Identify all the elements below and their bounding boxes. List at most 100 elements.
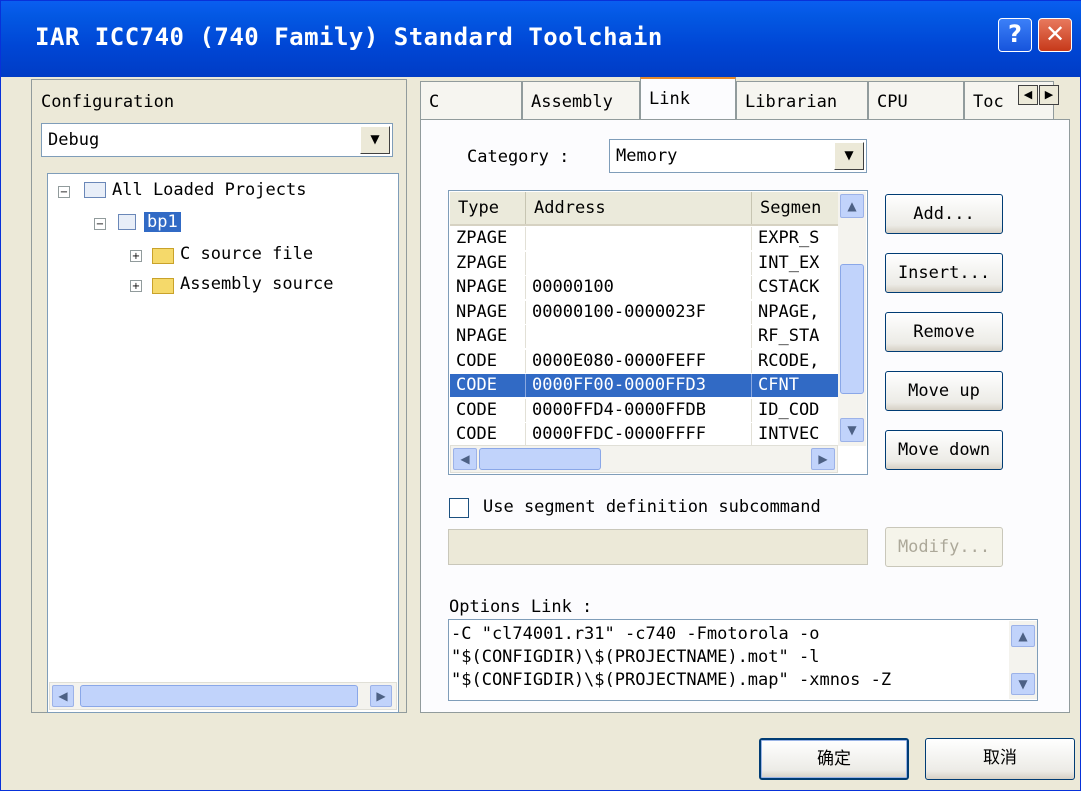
tab-cpu[interactable]: CPU [868, 81, 964, 119]
collapse-icon[interactable]: − [94, 218, 106, 230]
table-cell: INT_EX [758, 252, 820, 273]
cancel-button-label: 取消 [983, 748, 1017, 768]
modify-button[interactable]: Modify... [885, 527, 1003, 567]
chevron-down-icon[interactable]: ▼ [834, 142, 864, 170]
scroll-down-icon[interactable]: ▼ [840, 418, 864, 442]
ok-button[interactable]: 确定 [759, 738, 909, 780]
table-cell: CODE [450, 398, 526, 422]
tree-item-assembly-source[interactable]: Assembly source [180, 274, 334, 294]
tab-scroll-right-icon[interactable]: ▶ [1039, 85, 1059, 105]
insert-button-label: Insert... [897, 263, 991, 283]
dialog-window: IAR ICC740 (740 Family) Standard Toolcha… [0, 0, 1081, 791]
tab-strip: C Assembly Link Librarian CPU Toc ◀ ▶ [420, 77, 1070, 121]
table-row[interactable]: CODE 0000FF00-0000FFD3 CFNT [450, 374, 838, 397]
table-cell: CODE [450, 374, 526, 397]
options-link-textarea[interactable]: -C "cl74001.r31" -c740 -Fmotorola -o "$(… [448, 619, 1038, 701]
move-up-button[interactable]: Move up [885, 371, 1003, 411]
scroll-right-icon[interactable]: ▶ [811, 448, 835, 470]
chevron-down-icon[interactable]: ▼ [360, 126, 390, 154]
window-title: IAR ICC740 (740 Family) Standard Toolcha… [35, 23, 663, 51]
options-line-1: -C "cl74001.r31" -c740 -Fmotorola -o [451, 624, 820, 644]
scrollbar-thumb[interactable] [479, 448, 601, 470]
add-button[interactable]: Add... [885, 194, 1003, 234]
table-cell: NPAGE [450, 325, 526, 348]
title-bar[interactable]: IAR ICC740 (740 Family) Standard Toolcha… [1, 1, 1081, 77]
tree-horizontal-scrollbar[interactable]: ◀ ▶ [49, 682, 397, 710]
project-tree[interactable]: − All Loaded Projects − bp1 + C source f… [47, 173, 399, 713]
table-cell: 00000100-0000023F [526, 300, 752, 324]
column-type[interactable]: Type [450, 192, 526, 224]
list-vertical-scrollbar[interactable]: ▲ ▼ [838, 192, 866, 446]
scroll-up-icon[interactable]: ▲ [1011, 625, 1035, 647]
scrollbar-thumb[interactable] [840, 264, 864, 394]
project-icon [118, 214, 136, 230]
tab-librarian[interactable]: Librarian [736, 81, 868, 119]
scrollbar-thumb[interactable] [80, 685, 358, 707]
scroll-up-icon[interactable]: ▲ [840, 194, 864, 218]
table-cell: ZPAGE [450, 251, 526, 275]
column-segment[interactable]: Segmen [752, 192, 842, 224]
options-vertical-scrollbar[interactable]: ▲ ▼ [1009, 621, 1037, 699]
configuration-select[interactable]: Debug ▼ [41, 123, 393, 157]
cancel-button[interactable]: 取消 [925, 738, 1075, 780]
table-row[interactable]: CODE 0000FFDC-0000FFFF INTVEC [450, 423, 838, 446]
expand-icon[interactable]: + [130, 250, 142, 262]
table-cell: ZPAGE [450, 227, 526, 250]
segment-definition-field[interactable] [448, 529, 868, 565]
category-select[interactable]: Memory ▼ [609, 139, 867, 173]
close-button[interactable]: ✕ [1038, 18, 1072, 52]
scroll-left-icon[interactable]: ◀ [453, 448, 477, 470]
table-cell: 0000FFD4-0000FFDB [526, 398, 752, 422]
workspace-icon [84, 182, 106, 198]
column-address[interactable]: Address [526, 192, 752, 224]
modify-button-label: Modify... [897, 537, 991, 557]
table-cell [526, 251, 752, 275]
table-cell: CFNT [758, 375, 799, 395]
segment-list[interactable]: Type Address Segmen ZPAGE EXPR_S ZPAGE INT_… [448, 190, 868, 475]
table-row[interactable]: CODE 0000FFD4-0000FFDB ID_COD [450, 398, 838, 422]
table-row[interactable]: NPAGE 00000100-0000023F NPAGE, [450, 300, 838, 324]
tab-link[interactable]: Link [640, 77, 736, 119]
use-segment-label[interactable]: Use segment definition subcommand [483, 497, 821, 517]
table-cell: CSTACK [758, 277, 820, 297]
list-header: Type Address Segmen [450, 192, 842, 226]
table-row[interactable]: ZPAGE EXPR_S [450, 227, 838, 250]
table-cell: RCODE, [758, 350, 820, 371]
table-row[interactable]: NPAGE 00000100 CSTACK [450, 276, 838, 299]
insert-button[interactable]: Insert... [885, 253, 1003, 293]
ok-button-label: 确定 [817, 749, 851, 769]
use-segment-checkbox[interactable] [449, 498, 469, 518]
scroll-right-icon[interactable]: ▶ [370, 685, 392, 707]
move-up-button-label: Move up [908, 381, 980, 401]
table-row[interactable]: NPAGE RF_STA [450, 325, 838, 348]
table-cell: EXPR_S [758, 228, 820, 248]
collapse-icon[interactable]: − [58, 186, 70, 198]
table-cell: NPAGE [450, 276, 526, 299]
scroll-left-icon[interactable]: ◀ [52, 685, 74, 707]
table-cell: ID_COD [758, 399, 820, 420]
table-row[interactable]: CODE 0000E080-0000FEFF RCODE, [450, 349, 838, 373]
expand-icon[interactable]: + [130, 280, 142, 292]
tree-item-c-source[interactable]: C source file [180, 244, 313, 264]
move-down-button[interactable]: Move down [885, 430, 1003, 470]
scroll-down-icon[interactable]: ▼ [1011, 673, 1035, 695]
table-row[interactable]: ZPAGE INT_EX [450, 251, 838, 275]
table-cell [526, 325, 752, 348]
tree-project-label[interactable]: bp1 [144, 212, 181, 232]
tree-root-label[interactable]: All Loaded Projects [112, 180, 306, 200]
table-cell: 0000FF00-0000FFD3 [526, 374, 752, 397]
table-cell: 0000E080-0000FEFF [526, 349, 752, 373]
table-cell: 00000100 [526, 276, 752, 299]
configuration-value: Debug [48, 130, 100, 150]
table-cell: CODE [450, 423, 526, 446]
tab-scroll-left-icon[interactable]: ◀ [1018, 85, 1038, 105]
table-cell: INTVEC [758, 424, 820, 444]
tab-c[interactable]: C [420, 81, 522, 119]
tab-assembly[interactable]: Assembly [522, 81, 640, 119]
remove-button[interactable]: Remove [885, 312, 1003, 352]
table-cell [526, 227, 752, 250]
folder-icon [152, 278, 174, 294]
category-label: Category : [467, 147, 570, 167]
help-button[interactable]: ? [998, 18, 1032, 52]
list-horizontal-scrollbar[interactable]: ◀ ▶ [450, 445, 838, 473]
